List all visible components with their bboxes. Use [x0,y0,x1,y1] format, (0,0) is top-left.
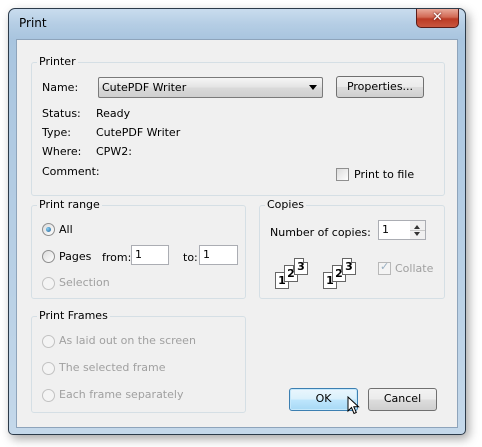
mouse-pointer-icon [347,396,360,415]
frames-separate-radio[interactable] [42,389,55,402]
frames-separate-label[interactable]: Each frame separately [59,388,183,401]
frames-layout-radio[interactable] [42,335,55,348]
frames-selected-label[interactable]: The selected frame [59,361,166,374]
title-bar[interactable]: Print ✕ [9,9,465,39]
all-label[interactable]: All [59,223,73,236]
type-label: Type: [42,126,71,139]
status-label: Status: [42,107,81,120]
print-frames-group-title: Print Frames [37,309,110,322]
printer-name-label: Name: [42,81,79,94]
number-of-copies-label: Number of copies: [270,226,371,239]
comment-label: Comment: [42,165,100,178]
page-icon: 3 [294,258,308,275]
spinner-arrows-icon[interactable] [410,220,426,240]
print-range-group-title: Print range [37,198,102,211]
pages-radio[interactable] [42,250,55,263]
from-input[interactable]: 1 [131,245,169,265]
copies-input[interactable]: 1 [378,220,411,240]
all-radio[interactable] [42,223,55,236]
window-title: Print [19,16,47,30]
where-value: CPW2: [96,145,132,158]
status-value: Ready [96,107,131,120]
chevron-down-icon [309,85,317,90]
dialog-body: Printer Name: CutePDF Writer Properties.… [16,39,458,428]
cancel-button[interactable]: Cancel [368,388,437,411]
selection-label[interactable]: Selection [59,276,110,289]
spin-up-arrow[interactable] [414,225,420,229]
collate-checkbox[interactable]: ✓ [378,260,391,275]
frames-selected-radio[interactable] [42,362,55,375]
print-to-file-label[interactable]: Print to file [354,168,414,181]
from-label: from: [102,251,132,264]
to-input[interactable]: 1 [199,245,238,265]
frames-layout-label[interactable]: As laid out on the screen [59,334,196,347]
printer-group-title: Printer [37,55,78,68]
close-button[interactable]: ✕ [416,9,459,28]
pages-label[interactable]: Pages [59,250,91,263]
page-icon: 3 [342,258,356,275]
to-label: to: [183,251,198,264]
print-dialog: Print ✕ Printer Name: CutePDF Writer Pro… [8,8,466,435]
properties-button[interactable]: Properties... [336,76,424,98]
close-icon: ✕ [432,10,443,25]
print-to-file-checkbox[interactable] [336,168,349,181]
where-label: Where: [42,145,82,158]
printer-name-select[interactable]: CutePDF Writer [98,77,323,98]
collate-label[interactable]: Collate [395,262,433,275]
type-value: CutePDF Writer [96,126,181,139]
copies-group-title: Copies [265,198,306,211]
spin-down-arrow[interactable] [414,232,420,236]
printer-name-value: CutePDF Writer [102,81,187,94]
selection-radio[interactable] [42,277,55,290]
checkmark-icon: ✓ [380,260,390,273]
